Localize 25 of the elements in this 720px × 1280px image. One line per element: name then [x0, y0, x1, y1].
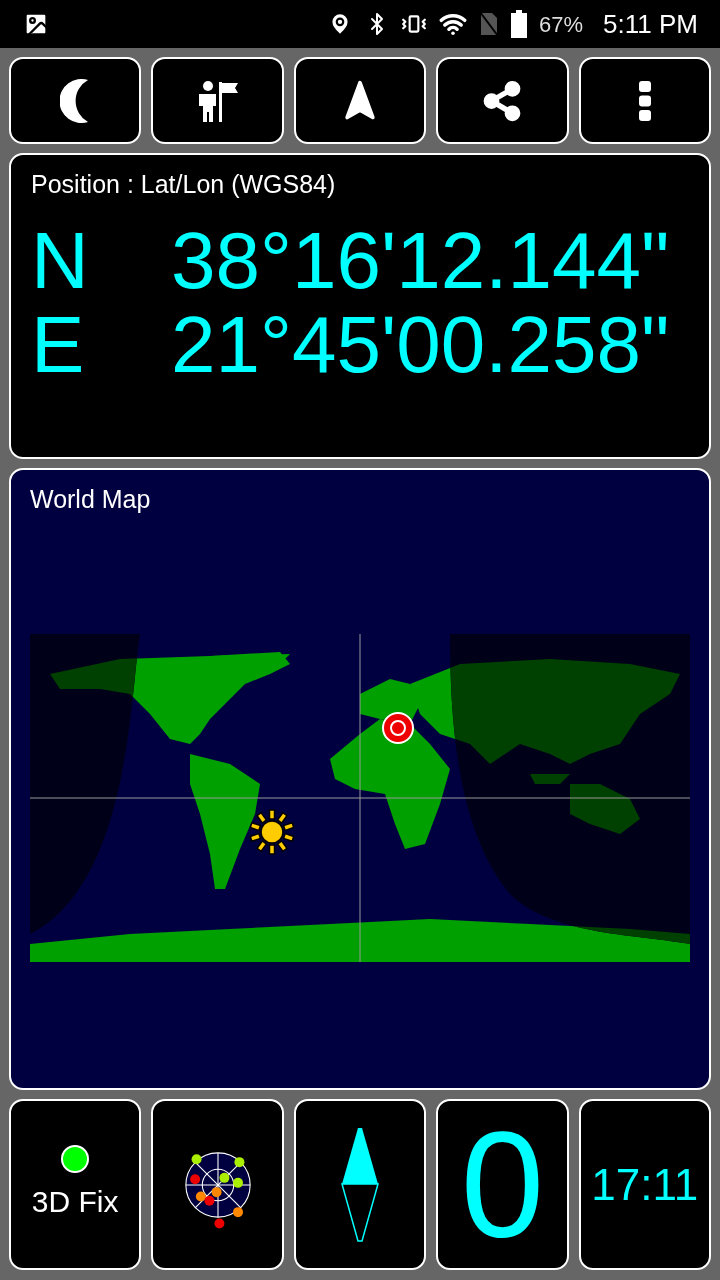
coordinate-value: 21°45'00.258": [171, 305, 670, 385]
clock-time: 17:11: [591, 1158, 699, 1211]
sky-view-tile[interactable]: [151, 1099, 284, 1270]
menu-icon: [638, 80, 651, 121]
speed-tile[interactable]: 0: [436, 1099, 569, 1270]
clock-tile[interactable]: 17:11: [578, 1099, 711, 1270]
compass-needle-icon: [340, 1126, 380, 1243]
position-title: Position : Lat/Lon (WGS84): [31, 169, 337, 199]
status-time: 5:11 PM: [603, 7, 698, 41]
night-mode-button[interactable]: [9, 57, 142, 144]
map-title: World Map: [30, 484, 152, 514]
fix-status-label: 3D Fix: [31, 1184, 119, 1220]
hemisphere-label: N: [31, 221, 90, 301]
hemisphere-label: E: [31, 305, 86, 385]
compass-tile[interactable]: [293, 1099, 427, 1270]
battery-icon: [511, 10, 528, 38]
navigation-button[interactable]: [293, 57, 427, 144]
waypoint-button[interactable]: [151, 57, 284, 144]
speed-value: 0: [460, 1109, 545, 1260]
share-button[interactable]: [436, 57, 569, 144]
coordinate-value: 38°16'12.144": [171, 221, 670, 301]
menu-button[interactable]: [578, 57, 711, 144]
battery-percent: 67%: [539, 10, 584, 39]
no-sim-icon: [479, 11, 500, 37]
fix-status-tile[interactable]: 3D Fix: [9, 1099, 142, 1270]
